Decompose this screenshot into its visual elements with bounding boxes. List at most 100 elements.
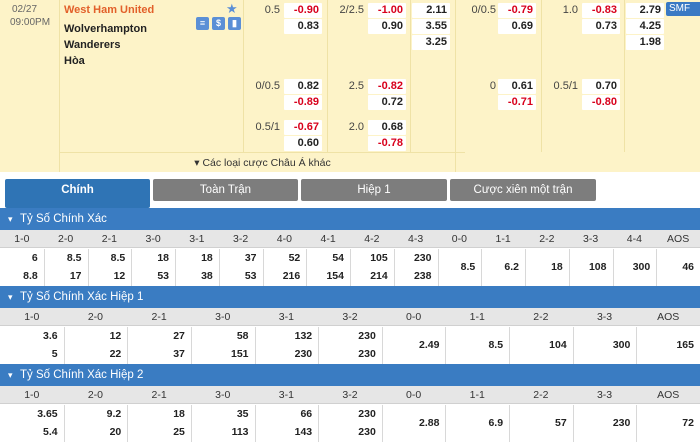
odds-value[interactable]: 0.82 [284, 79, 322, 94]
score-odds-cell[interactable]: 3.65 5.4 [0, 405, 64, 441]
score-odds-cell[interactable]: 6.2 [481, 249, 525, 286]
odds-value[interactable]: -0.80 [582, 95, 620, 110]
odds-value[interactable]: 0.60 [284, 136, 322, 151]
odds-value[interactable]: 18 [175, 249, 213, 267]
odds-value[interactable]: 25 [127, 423, 185, 441]
odds-value[interactable]: -0.79 [498, 3, 536, 18]
score-odds-cell[interactable]: 9.2 20 [64, 405, 128, 441]
score-odds-cell[interactable]: 8.5 17 [44, 249, 88, 285]
score-odds-cell[interactable]: 165 [636, 327, 700, 364]
odds-value[interactable]: 0.70 [582, 79, 620, 94]
odds-value[interactable]: 230 [318, 405, 376, 423]
score-odds-cell[interactable]: 230 230 [318, 327, 382, 363]
odds-value[interactable]: -0.83 [582, 3, 620, 18]
odds-value[interactable]: 12 [88, 267, 126, 285]
odds-value[interactable]: 27 [127, 327, 185, 345]
odds-value[interactable]: 300 [613, 249, 651, 286]
score-odds-cell[interactable]: 230 238 [394, 249, 438, 285]
score-odds-cell[interactable]: 12 22 [64, 327, 128, 363]
odds-value[interactable]: -0.82 [368, 79, 406, 94]
odds-value[interactable]: 38 [175, 267, 213, 285]
odds-value[interactable]: -0.78 [368, 136, 406, 151]
odds-value[interactable]: 165 [636, 327, 694, 364]
tab-first-half[interactable]: Hiệp 1 [301, 179, 447, 201]
odds-value[interactable]: -0.89 [284, 95, 322, 110]
tab-same-game-parlay[interactable]: Cược xiên một trận [450, 179, 596, 201]
stats-icon[interactable]: ≡ [196, 17, 209, 30]
odds-value[interactable]: 53 [131, 267, 169, 285]
odds-value[interactable]: 230 [394, 249, 432, 267]
score-odds-cell[interactable]: 6 8.8 [0, 249, 44, 285]
odds-value[interactable]: 230 [318, 423, 376, 441]
odds-value[interactable]: 216 [263, 267, 301, 285]
score-odds-cell[interactable]: 108 [569, 249, 613, 286]
odds-value[interactable]: 20 [64, 423, 122, 441]
odds-value[interactable]: 4.25 [626, 19, 664, 34]
odds-value[interactable]: 6.9 [445, 405, 503, 442]
odds-value[interactable]: 6 [0, 249, 38, 267]
odds-value[interactable]: 2.11 [412, 3, 450, 18]
score-odds-cell[interactable]: 2.88 [382, 405, 446, 442]
score-odds-cell[interactable]: 8.5 [438, 249, 482, 286]
score-odds-cell[interactable]: 2.49 [382, 327, 446, 364]
odds-value[interactable]: 35 [191, 405, 249, 423]
odds-value[interactable]: -0.71 [498, 95, 536, 110]
odds-value[interactable]: 113 [191, 423, 249, 441]
odds-value[interactable]: 230 [573, 405, 631, 442]
section-header[interactable]: ▾ Tỷ Số Chính Xác [0, 208, 700, 230]
odds-value[interactable]: -1.00 [368, 3, 406, 18]
odds-value[interactable]: 132 [255, 327, 313, 345]
odds-value[interactable]: 17 [44, 267, 82, 285]
odds-value[interactable]: 108 [569, 249, 607, 286]
odds-value[interactable]: 230 [318, 345, 376, 363]
tab-main[interactable]: Chính [5, 179, 150, 208]
score-odds-cell[interactable]: 18 25 [127, 405, 191, 441]
odds-value[interactable]: 1.98 [626, 35, 664, 50]
away-team[interactable]: Wolverhampton Wanderers [64, 21, 184, 53]
odds-value[interactable]: -0.67 [284, 120, 322, 135]
score-odds-cell[interactable]: 57 [509, 405, 573, 442]
score-odds-cell[interactable]: 105 214 [350, 249, 394, 285]
more-asian-bets-link[interactable]: ▾ Các loại cược Châu Á khác [60, 152, 465, 172]
odds-value[interactable]: 18 [127, 405, 185, 423]
side-tab[interactable]: SMF [666, 2, 700, 16]
odds-value[interactable]: 6.2 [481, 249, 519, 286]
odds-value[interactable]: 52 [263, 249, 301, 267]
score-odds-cell[interactable]: 18 38 [175, 249, 219, 285]
section-header[interactable]: ▾ Tỷ Số Chính Xác Hiệp 2 [0, 364, 700, 386]
odds-value[interactable]: 0.68 [368, 120, 406, 135]
odds-value[interactable]: 9.2 [64, 405, 122, 423]
score-odds-cell[interactable]: 27 37 [127, 327, 191, 363]
odds-value[interactable]: 2.79 [626, 3, 664, 18]
odds-value[interactable]: 230 [255, 345, 313, 363]
odds-value[interactable]: 18 [525, 249, 563, 286]
score-odds-cell[interactable]: 104 [509, 327, 573, 364]
score-odds-cell[interactable]: 46 [656, 249, 700, 286]
odds-value[interactable]: 300 [573, 327, 631, 364]
odds-value[interactable]: 72 [636, 405, 694, 442]
score-odds-cell[interactable]: 6.9 [445, 405, 509, 442]
odds-value[interactable]: 3.25 [412, 35, 450, 50]
score-odds-cell[interactable]: 230 [573, 405, 637, 442]
odds-value[interactable]: 5.4 [0, 423, 58, 441]
odds-value[interactable]: 5 [0, 345, 58, 363]
odds-value[interactable]: 214 [350, 267, 388, 285]
odds-value[interactable]: 154 [306, 267, 344, 285]
odds-value[interactable]: 2.49 [382, 327, 439, 364]
odds-value[interactable]: 46 [656, 249, 694, 286]
score-odds-cell[interactable]: 54 154 [306, 249, 350, 285]
section-header[interactable]: ▾ Tỷ Số Chính Xác Hiệp 1 [0, 286, 700, 308]
score-odds-cell[interactable]: 35 113 [191, 405, 255, 441]
score-odds-cell[interactable]: 18 53 [131, 249, 175, 285]
odds-value[interactable]: 8.5 [88, 249, 126, 267]
odds-value[interactable]: 8.5 [438, 249, 476, 286]
score-odds-cell[interactable]: 300 [573, 327, 637, 364]
odds-value[interactable]: 2.88 [382, 405, 439, 442]
odds-value[interactable]: 8.5 [44, 249, 82, 267]
odds-value[interactable]: 0.69 [498, 19, 536, 34]
odds-value[interactable]: 57 [509, 405, 567, 442]
score-odds-cell[interactable]: 3.6 5 [0, 327, 64, 363]
odds-value[interactable]: 0.83 [284, 19, 322, 34]
odds-value[interactable]: 37 [127, 345, 185, 363]
odds-value[interactable]: 12 [64, 327, 122, 345]
